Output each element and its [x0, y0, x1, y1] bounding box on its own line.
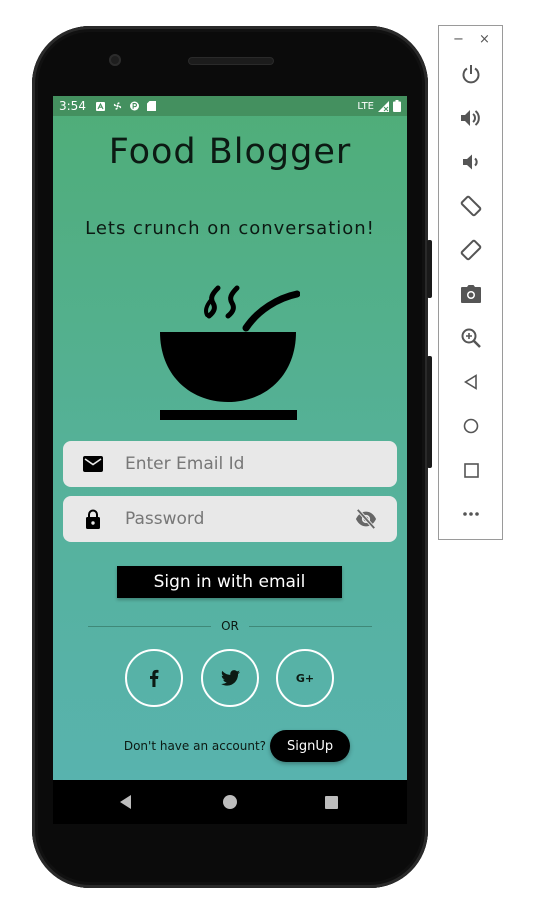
fan-icon — [113, 102, 122, 111]
rotate-right-icon[interactable] — [459, 238, 483, 262]
overview-icon[interactable] — [459, 458, 483, 482]
p-notification-icon — [129, 101, 139, 111]
or-divider: OR — [88, 618, 373, 634]
app-tagline: Lets crunch on conversation! — [85, 218, 375, 239]
volume-up-icon[interactable] — [459, 106, 483, 130]
password-field[interactable] — [63, 496, 397, 542]
volume-down-icon[interactable] — [459, 150, 483, 174]
soup-bowl-icon — [160, 285, 300, 420]
a-notification-icon — [95, 101, 105, 111]
signup-prompt: Don't have an account? — [123, 739, 267, 753]
signup-button[interactable]: SignUp — [270, 730, 351, 762]
sdcard-icon — [146, 101, 156, 111]
status-right: LTE — [357, 100, 401, 112]
back-icon[interactable] — [459, 370, 483, 394]
mail-icon — [83, 454, 103, 474]
volume-keys — [427, 356, 432, 468]
twitter-icon — [220, 670, 240, 686]
app-screen: 3:54 LTE Food Blogger Lets crunch on con… — [53, 96, 407, 780]
zoom-icon[interactable] — [459, 326, 483, 350]
password-input[interactable] — [125, 509, 345, 529]
rotate-left-icon[interactable] — [459, 194, 483, 218]
eye-off-icon[interactable] — [355, 508, 377, 530]
network-type: LTE — [357, 100, 374, 112]
emulator-toolbar: − × — [438, 25, 503, 540]
earpiece-speaker — [188, 57, 274, 65]
status-bar: 3:54 LTE — [53, 96, 407, 116]
google-plus-login-button[interactable]: G+ — [276, 649, 334, 707]
twitter-login-button[interactable] — [201, 649, 259, 707]
signup-row: Don't have an account? SignUp — [53, 730, 407, 762]
power-icon[interactable] — [459, 62, 483, 86]
back-icon[interactable] — [118, 794, 134, 810]
divider-line-left — [88, 625, 212, 627]
divider-line-right — [248, 625, 373, 627]
facebook-icon — [150, 669, 159, 687]
more-icon[interactable] — [459, 502, 483, 526]
lock-icon — [83, 509, 103, 529]
google-plus-icon: G+ — [295, 671, 315, 685]
battery-icon — [393, 100, 401, 112]
home-icon[interactable] — [459, 414, 483, 438]
facebook-login-button[interactable] — [125, 649, 183, 707]
sign-in-email-button[interactable]: Sign in with email — [117, 566, 342, 598]
signal-icon — [378, 100, 389, 112]
close-button[interactable]: × — [479, 32, 490, 47]
android-nav-bar — [53, 780, 407, 824]
status-time: 3:54 — [59, 99, 86, 113]
minimize-button[interactable]: − — [453, 32, 464, 47]
email-input[interactable] — [125, 454, 345, 474]
app-title: Food Blogger — [108, 132, 352, 172]
front-camera — [109, 54, 121, 66]
email-field[interactable] — [63, 441, 397, 487]
or-label: OR — [221, 619, 239, 633]
camera-icon[interactable] — [459, 282, 483, 306]
home-icon[interactable] — [222, 794, 238, 810]
recents-icon[interactable] — [323, 794, 339, 810]
power-key — [427, 240, 432, 298]
